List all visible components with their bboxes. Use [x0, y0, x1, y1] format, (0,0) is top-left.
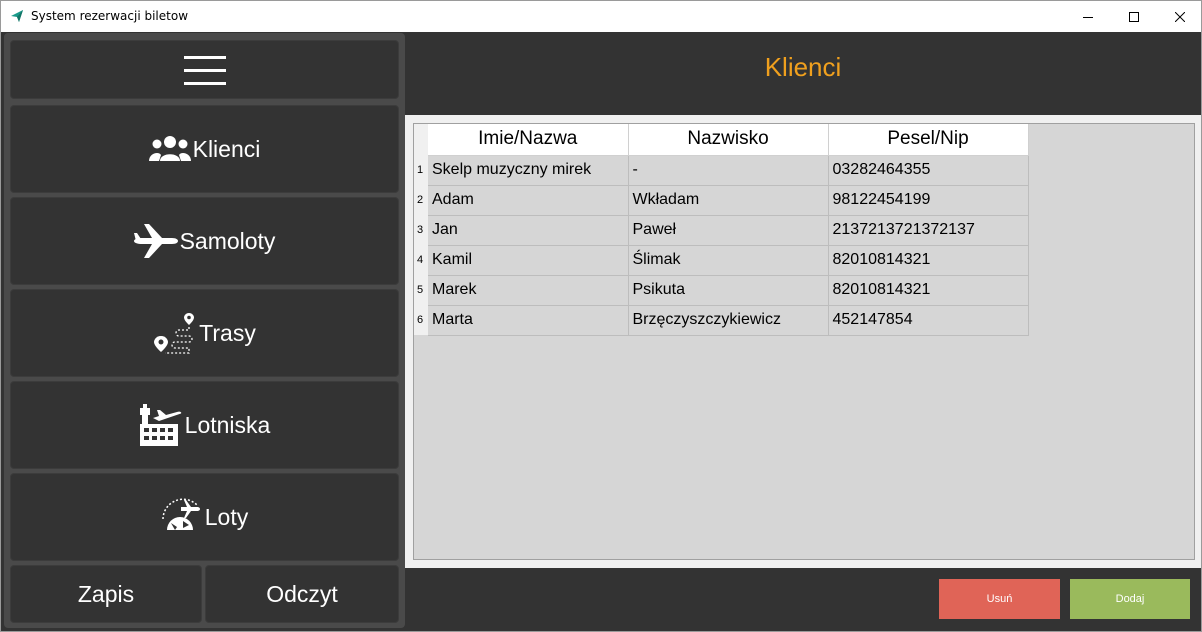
table-row[interactable]: 3 Jan Paweł 2137213721372137	[414, 215, 1029, 246]
sidebar-item-loty[interactable]: Loty	[10, 473, 399, 561]
column-header-surname[interactable]: Nazwisko	[628, 124, 829, 156]
menu-toggle-button[interactable]	[10, 40, 399, 99]
paper-plane-icon	[11, 10, 23, 22]
maximize-icon	[1129, 11, 1139, 22]
table-panel: Imie/Nazwa Nazwisko Pesel/Nip 1 Skelp mu…	[405, 115, 1201, 568]
sidebar-item-label: Lotniska	[184, 411, 271, 438]
cell-name[interactable]: Kamil	[428, 245, 629, 276]
table-row[interactable]: 1 Skelp muzyczny mirek - 03282464355	[414, 155, 1029, 186]
cell-surname[interactable]: -	[628, 155, 829, 186]
sidebar-item-trasy[interactable]: Trasy	[10, 289, 399, 377]
sidebar: Klienci Samoloty Trasy Lotniska Loty Zap…	[4, 33, 405, 628]
save-button[interactable]: Zapis	[10, 565, 202, 623]
maximize-button[interactable]	[1111, 1, 1157, 32]
cell-id[interactable]: 82010814321	[828, 275, 1029, 306]
close-button[interactable]	[1157, 1, 1202, 32]
window-title: System rezerwacji biletow	[31, 9, 189, 23]
cell-id[interactable]: 2137213721372137	[828, 215, 1029, 246]
flight-icon	[160, 498, 203, 537]
table-row[interactable]: 5 Marek Psikuta 82010814321	[414, 275, 1029, 306]
cell-surname[interactable]: Brzęczyszczykiewicz	[628, 305, 829, 336]
sidebar-item-label: Loty	[204, 503, 249, 530]
column-header-id[interactable]: Pesel/Nip	[828, 124, 1029, 156]
cell-surname[interactable]: Wkładam	[628, 185, 829, 216]
sidebar-item-klienci[interactable]: Klienci	[10, 105, 399, 193]
cell-name[interactable]: Marta	[428, 305, 629, 336]
cell-id[interactable]: 03282464355	[828, 155, 1029, 186]
route-icon	[154, 313, 195, 354]
cell-surname[interactable]: Psikuta	[628, 275, 829, 306]
sidebar-item-label: Samoloty	[179, 227, 276, 254]
sidebar-item-samoloty[interactable]: Samoloty	[10, 197, 399, 285]
hamburger-icon	[183, 55, 226, 85]
cell-name[interactable]: Jan	[428, 215, 629, 246]
row-number[interactable]: 2	[414, 185, 428, 215]
table-row[interactable]: 4 Kamil Ślimak 82010814321	[414, 245, 1029, 276]
clients-table: Imie/Nazwa Nazwisko Pesel/Nip 1 Skelp mu…	[414, 124, 1029, 336]
row-number[interactable]: 4	[414, 245, 428, 275]
cell-name[interactable]: Skelp muzyczny mirek	[428, 155, 629, 186]
table-header-row: Imie/Nazwa Nazwisko Pesel/Nip	[414, 124, 1029, 156]
row-number[interactable]: 6	[414, 305, 428, 335]
table-row[interactable]: 2 Adam Wkładam 98122454199	[414, 185, 1029, 216]
users-icon	[148, 136, 191, 161]
cell-id[interactable]: 82010814321	[828, 245, 1029, 276]
sidebar-item-label: Klienci	[192, 135, 261, 162]
cell-name[interactable]: Adam	[428, 185, 629, 216]
row-number[interactable]: 3	[414, 215, 428, 245]
app-client-area: Klienci Samoloty Trasy Lotniska Loty Zap…	[0, 32, 1202, 632]
close-icon	[1175, 11, 1185, 22]
cell-id[interactable]: 98122454199	[828, 185, 1029, 216]
load-button[interactable]: Odczyt	[205, 565, 399, 623]
airport-icon	[139, 404, 181, 446]
window-titlebar: System rezerwacji biletow	[0, 0, 1202, 32]
table-row[interactable]: 6 Marta Brzęczyszczykiewicz 452147854	[414, 305, 1029, 336]
cell-id[interactable]: 452147854	[828, 305, 1029, 336]
row-number[interactable]: 5	[414, 275, 428, 305]
column-header-name[interactable]: Imie/Nazwa	[428, 124, 629, 156]
minimize-button[interactable]	[1065, 1, 1111, 32]
sidebar-item-lotniska[interactable]: Lotniska	[10, 381, 399, 469]
cell-surname[interactable]: Paweł	[628, 215, 829, 246]
clients-table-frame: Imie/Nazwa Nazwisko Pesel/Nip 1 Skelp mu…	[413, 123, 1195, 560]
cell-surname[interactable]: Ślimak	[628, 245, 829, 276]
cell-name[interactable]: Marek	[428, 275, 629, 306]
row-number[interactable]: 1	[414, 155, 428, 185]
page-title: Klienci	[764, 52, 842, 82]
table-corner[interactable]	[414, 124, 428, 155]
delete-button[interactable]: Usuń	[939, 579, 1060, 619]
sidebar-item-label: Trasy	[199, 319, 256, 346]
add-button[interactable]: Dodaj	[1070, 579, 1190, 619]
airplane-icon	[133, 224, 178, 258]
minimize-icon	[1083, 16, 1093, 18]
